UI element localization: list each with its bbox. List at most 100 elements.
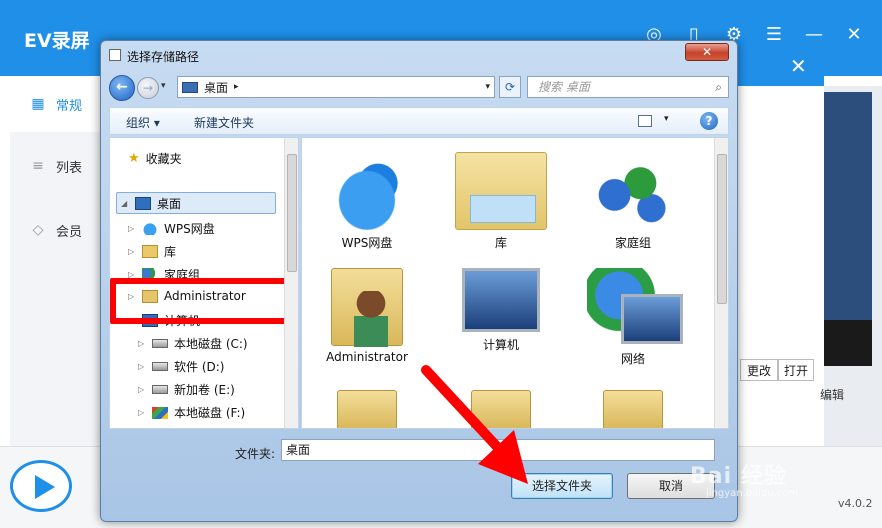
highlight-box <box>110 278 298 324</box>
drive-icon <box>152 385 168 394</box>
file-item-homegroup[interactable]: 家庭组 <box>568 152 698 251</box>
tree-item-drive-f[interactable]: ▷ 本地磁盘 (F:) <box>138 404 245 421</box>
watermark: Bai 经验 <box>690 464 787 489</box>
recent-dropdown-icon[interactable]: ▾ <box>161 81 166 91</box>
tree-label: 软件 (D:) <box>174 360 225 374</box>
view-dropdown-icon[interactable]: ▾ <box>664 114 669 124</box>
preview-taskbar <box>824 320 872 336</box>
expand-icon[interactable]: ▷ <box>128 247 136 256</box>
file-label: Administrator <box>326 350 408 364</box>
change-button[interactable]: 更改 <box>740 359 778 381</box>
record-play-button[interactable] <box>10 460 72 512</box>
tree-item-favorites[interactable]: ★ 收藏夹 <box>128 150 182 167</box>
folder-name-field[interactable]: 桌面 <box>281 439 715 461</box>
open-button[interactable]: 打开 <box>778 359 814 381</box>
search-icon[interactable]: ⌕ <box>715 77 722 97</box>
tree-item-library[interactable]: ▷ 库 <box>128 243 176 260</box>
nav-list[interactable]: ≡ 列表 <box>10 138 102 194</box>
refresh-icon[interactable]: ⟳ <box>499 76 521 98</box>
file-scrollbar[interactable] <box>714 138 728 428</box>
tree-label: 桌面 <box>157 196 182 211</box>
tree-item-wps[interactable]: ▷ WPS网盘 <box>128 220 215 237</box>
expand-icon[interactable]: ▷ <box>138 339 146 348</box>
file-item-computer[interactable]: 计算机 <box>436 268 566 353</box>
tree-label: 收藏夹 <box>145 152 182 166</box>
tree-label: WPS网盘 <box>164 222 215 236</box>
search-input[interactable]: 搜索 桌面 ⌕ <box>527 76 729 98</box>
library-icon <box>142 245 158 258</box>
tree-scroll-thumb[interactable] <box>287 154 297 272</box>
file-item-library[interactable]: 库 <box>436 152 566 251</box>
tree-label: 库 <box>164 245 177 259</box>
nav-member[interactable]: ◇ 会员 <box>10 202 102 258</box>
new-folder-button[interactable]: 新建文件夹 <box>194 114 254 131</box>
select-folder-button[interactable]: 选择文件夹 <box>511 473 613 499</box>
menu-icon[interactable]: ☰ <box>764 24 784 45</box>
search-placeholder: 搜索 桌面 <box>538 80 590 94</box>
address-bar[interactable]: 桌面 ▸ ▾ <box>177 76 495 98</box>
expand-icon[interactable]: ▷ <box>138 362 146 371</box>
dialog-icon <box>109 49 121 61</box>
star-icon: ★ <box>128 151 140 166</box>
address-dropdown-icon[interactable]: ▾ <box>485 82 490 92</box>
expand-icon[interactable]: ▷ <box>128 224 136 233</box>
expand-icon[interactable]: ▷ <box>138 385 146 394</box>
app-title: EV录屏 <box>24 30 90 52</box>
file-label: WPS网盘 <box>341 236 393 250</box>
drive-icon <box>152 339 168 348</box>
tree-item-desktop[interactable]: ◢ 桌面 <box>116 192 276 214</box>
dialog-close-button[interactable]: ✕ <box>685 43 729 61</box>
file-scroll-thumb[interactable] <box>717 154 727 304</box>
desktop-preview <box>824 92 872 336</box>
back-arrow-icon[interactable]: ← <box>109 75 135 101</box>
tree-scrollbar[interactable] <box>284 138 298 428</box>
tree-item-drive-e[interactable]: ▷ 新加卷 (E:) <box>138 381 235 398</box>
forward-arrow-icon[interactable]: → <box>137 77 159 99</box>
help-icon[interactable]: ? <box>700 112 718 130</box>
diamond-icon: ◇ <box>32 222 44 238</box>
close-icon[interactable]: ✕ <box>844 24 864 45</box>
expand-icon[interactable]: ◢ <box>121 199 129 208</box>
file-item-admin[interactable]: Administrator <box>302 268 432 364</box>
watermark-url: jingyan.baidu.com <box>706 488 799 499</box>
tree-label: 新加卷 (E:) <box>174 383 235 397</box>
file-item-network[interactable]: 网络 <box>568 268 698 367</box>
cloud-icon <box>321 152 413 230</box>
address-crumb[interactable]: 桌面 <box>204 79 228 96</box>
tree-label: 本地磁盘 (F:) <box>174 406 246 420</box>
expand-icon[interactable]: ▷ <box>138 408 146 417</box>
nav-general[interactable]: ▦ 常规 <box>10 76 102 132</box>
desktop-icon <box>182 81 198 93</box>
minimize-icon[interactable]: — <box>804 24 824 45</box>
edit-label[interactable]: 编辑 <box>820 386 844 403</box>
modal-close-icon[interactable]: ✕ <box>790 54 807 78</box>
select-folder-dialog: 选择存储路径 ✕ ← → ▾ 桌面 ▸ ▾ ⟳ 搜索 桌面 ⌕ 组织 ▾ 新建文… <box>100 40 738 522</box>
navigation-tree: ★ 收藏夹 ◢ 桌面 ▷ WPS网盘 ▷ 库 ▷ 家庭组 ▷ Administr… <box>109 137 299 429</box>
file-label: 计算机 <box>482 338 519 352</box>
folder-icon <box>471 390 531 428</box>
preview-bottom <box>824 336 872 366</box>
dialog-toolbar: 组织 ▾ 新建文件夹 ▾ ? <box>109 107 729 135</box>
network-icon <box>587 268 683 346</box>
user-folder-icon <box>331 268 403 347</box>
file-item-folder[interactable] <box>302 390 432 428</box>
file-item-wps[interactable]: WPS网盘 <box>302 152 432 251</box>
file-item-folder[interactable] <box>436 390 566 428</box>
file-item-folder[interactable] <box>568 390 698 428</box>
tree-item-drive-d[interactable]: ▷ 软件 (D:) <box>138 358 224 375</box>
homegroup-icon <box>587 152 679 230</box>
tree-label: 本地磁盘 (C:) <box>174 337 248 351</box>
nav-label: 常规 <box>56 98 83 114</box>
file-label: 家庭组 <box>614 236 651 250</box>
folder-icon <box>337 390 397 428</box>
file-label: 网络 <box>620 352 645 366</box>
tree-item-drive-c[interactable]: ▷ 本地磁盘 (C:) <box>138 335 248 352</box>
organize-button[interactable]: 组织 ▾ <box>126 114 160 131</box>
file-label: 库 <box>494 236 507 250</box>
version-label: v4.0.2 <box>838 497 873 510</box>
windows-drive-icon <box>152 406 168 419</box>
view-icon[interactable] <box>638 115 652 127</box>
computer-icon <box>462 268 540 332</box>
drive-icon <box>152 362 168 371</box>
crumb-arrow-icon[interactable]: ▸ <box>234 82 239 92</box>
